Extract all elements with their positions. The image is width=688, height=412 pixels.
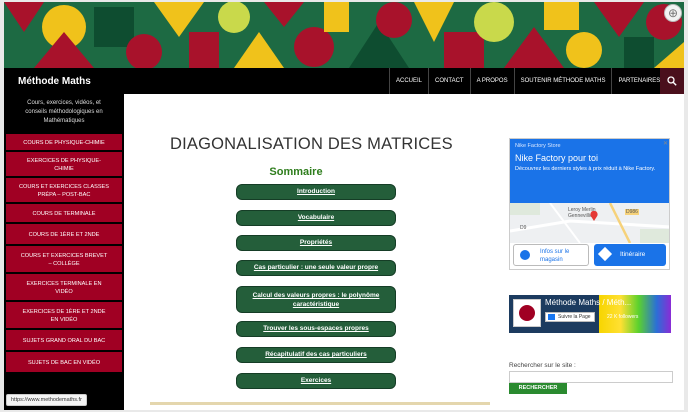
toc-link-vocabulaire[interactable]: Vocabulaire [236,210,396,226]
menu-item-soutenir[interactable]: SOUTENIR MÉTHODE MATHS [513,68,612,94]
site-search-button[interactable]: RECHERCHER [509,383,567,394]
ad-store-info-button[interactable]: Infos sur le magasin [513,244,589,266]
site-search-label: Rechercher sur le site : [509,362,576,369]
sidebar-item-label: CHIMIE [54,166,74,172]
header-banner: ⊕ [4,2,684,68]
toc-link-exercices[interactable]: Exercices [236,373,396,389]
sidebar-item-label: VIDÉO [55,289,73,295]
toc-link-polynome-caracteristique[interactable]: Calcul des valeurs propres : le polynôme… [236,286,396,313]
ad-map[interactable]: Leroy Merlin Gennevilliers D986 D9 [510,203,669,243]
ad-store-info-label: Infos sur le magasin [540,248,569,264]
sidebar-item-exercices-1ere-2nde-video[interactable]: EXERCICES DE 1ÈRE ET 2NDE EN VIDÉO [6,302,122,330]
sidebar-item-sujets-bac-video[interactable]: SUJETS DE BAC EN VIDÉO [6,352,122,374]
menu-item-a-propos[interactable]: A PROPOS [469,68,514,94]
zoom-icon[interactable]: ⊕ [664,4,682,22]
status-bar-url: https://www.methodemaths.fr [6,394,87,406]
ad-close-icon[interactable]: ✕ [663,140,668,147]
site-search-input[interactable] [509,371,673,383]
ad-header[interactable]: Nike Factory Store Nike Factory pour toi… [510,139,669,203]
ad-store-info-label-line: magasin [540,257,563,263]
toc-link-recapitulatif[interactable]: Récapitulatif des cas particuliers [236,347,396,363]
facebook-followers: 22 K followers [607,314,639,320]
facebook-page-widget[interactable]: Méthode Maths / Méth... Suivre la Page 2… [509,295,671,333]
facebook-follow-button[interactable]: Suivre la Page [545,312,595,322]
sidebar-item-brevet[interactable]: COURS ET EXERCICES BREVET – COLLÈGE [6,246,122,274]
sidebar-item-label: EXERCICES TERMINALE EN [26,281,102,287]
toc-link-cas-particulier[interactable]: Cas particulier : une seule valeur propr… [236,260,396,276]
sidebar-item-label: COURS DE PHYSIQUE-CHIMIE [23,140,105,146]
ad-store-info-label-line: Infos sur le [540,249,570,255]
sidebar-item-grand-oral[interactable]: SUJETS GRAND ORAL DU BAC [6,330,122,352]
sidebar-item-prepa[interactable]: COURS ET EXERCICES CLASSES PRÉPA – POST-B… [6,178,122,204]
toc-link-introduction[interactable]: Introduction [236,184,396,200]
facebook-avatar[interactable] [513,299,541,327]
ad-description: Découvrez les derniers styles à prix réd… [515,166,656,172]
main-content: DIAGONALISATION DES MATRICES Sommaire In… [126,94,684,410]
browser-viewport: ⊕ Méthode Maths ACCUEIL CONTACT A PROPOS… [4,2,684,410]
toc-link-label: Calcul des valeurs propres : le polynôme [252,292,380,299]
facebook-page-name[interactable]: Méthode Maths / Méth... [545,298,631,307]
sidebar-item-cours-physique-chimie[interactable]: COURS DE PHYSIQUE-CHIMIE [6,134,122,152]
menu-item-contact[interactable]: CONTACT [428,68,470,94]
sidebar-item-cours-terminale[interactable]: COURS DE TERMINALE [6,204,122,224]
sommaire-heading: Sommaire [269,166,323,178]
content-divider [150,402,490,405]
sidebar-item-label: EXERCICES DE PHYSIQUE- [27,158,101,164]
directions-icon [597,246,613,262]
page-title: DIAGONALISATION DES MATRICES [170,135,453,153]
sidebar-item-label: COURS ET EXERCICES CLASSES [18,184,110,190]
sidebar-item-label: SUJETS DE BAC EN VIDÉO [27,360,101,366]
sidebar-item-label: EXERCICES DE 1ÈRE ET 2NDE [22,309,106,315]
search-toggle-button[interactable] [660,68,684,94]
site-title[interactable]: Méthode Maths [18,76,91,87]
article: DIAGONALISATION DES MATRICES Sommaire In… [126,94,496,410]
sidebar-item-exercices-physique-chimie[interactable]: EXERCICES DE PHYSIQUE- CHIMIE [6,152,122,178]
search-icon [667,76,677,86]
sidebar-item-label: COURS ET EXERCICES BREVET [20,253,108,259]
ad-directions-label: Itinéraire [620,251,646,258]
toc-link-label: caractéristique [292,301,340,308]
sidebar-item-cours-1ere-2nde[interactable]: COURS DE 1ÈRE ET 2NDE [6,224,122,246]
sidebar-item-label: EN VIDÉO [50,317,78,323]
main-menu: ACCUEIL CONTACT A PROPOS SOUTENIR MÉTHOD… [389,68,666,94]
top-navigation: Méthode Maths ACCUEIL CONTACT A PROPOS S… [4,68,684,94]
sidebar-item-label: SUJETS GRAND ORAL DU BAC [22,338,106,344]
sidebar-item-label: COURS DE TERMINALE [32,211,96,217]
sidebar-item-label: – COLLÈGE [48,261,80,267]
info-icon [520,250,530,260]
ad-headline: Nike Factory pour toi [515,153,599,163]
sidebar-item-label: COURS DE 1ÈRE ET 2NDE [28,232,100,238]
banner-pattern [4,2,684,68]
map-label: D9 [520,225,527,231]
toc-link-sous-espaces-propres[interactable]: Trouver les sous-espaces propres [236,321,396,337]
ad-directions-button[interactable]: Itinéraire [594,244,666,266]
sidebar-item-exercices-terminale-video[interactable]: EXERCICES TERMINALE EN VIDÉO [6,274,122,302]
map-label: D986 [625,209,639,215]
sidebar-item-label: PRÉPA – POST-BAC [37,192,91,198]
advertisement[interactable]: ✕ Nike Factory Store Nike Factory pour t… [509,138,670,270]
map-pin-icon [590,211,598,221]
menu-item-accueil[interactable]: ACCUEIL [389,68,428,94]
ad-store-name: Nike Factory Store [515,143,561,149]
site-tagline: Cours, exercices, vidéos, et conseils mé… [25,100,103,124]
sidebar: Cours, exercices, vidéos, et conseils mé… [4,94,124,410]
menu-item-partenaires[interactable]: PARTENAIRES [611,68,666,94]
toc-link-proprietes[interactable]: Propriétés [236,235,396,251]
